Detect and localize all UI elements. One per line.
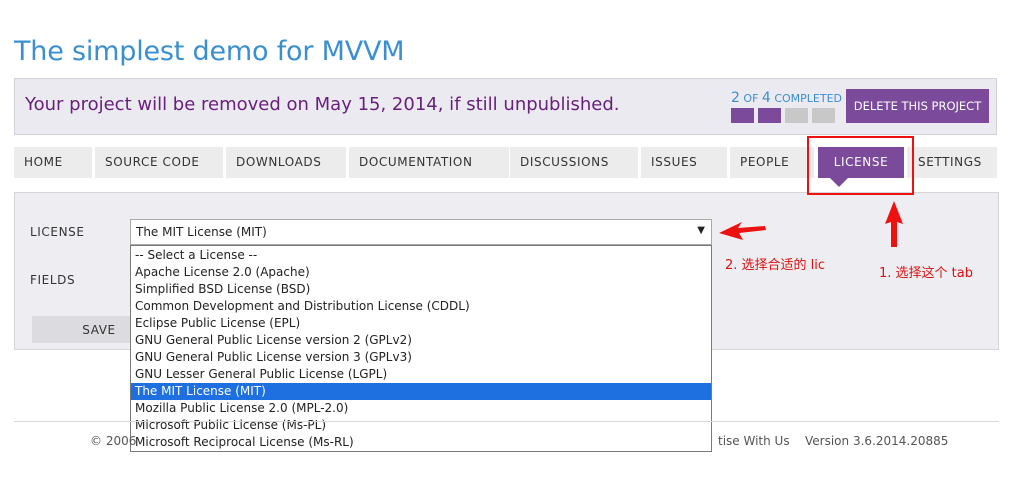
annotation-arrows [719,201,903,247]
annotation-select-hint: 2. 选择合适的 lic [725,258,826,273]
annotation-tab-hint: 1. 选择这个 tab [879,266,973,281]
arrow-to-tab-icon [885,201,903,247]
arrow-to-select-icon [719,222,766,240]
